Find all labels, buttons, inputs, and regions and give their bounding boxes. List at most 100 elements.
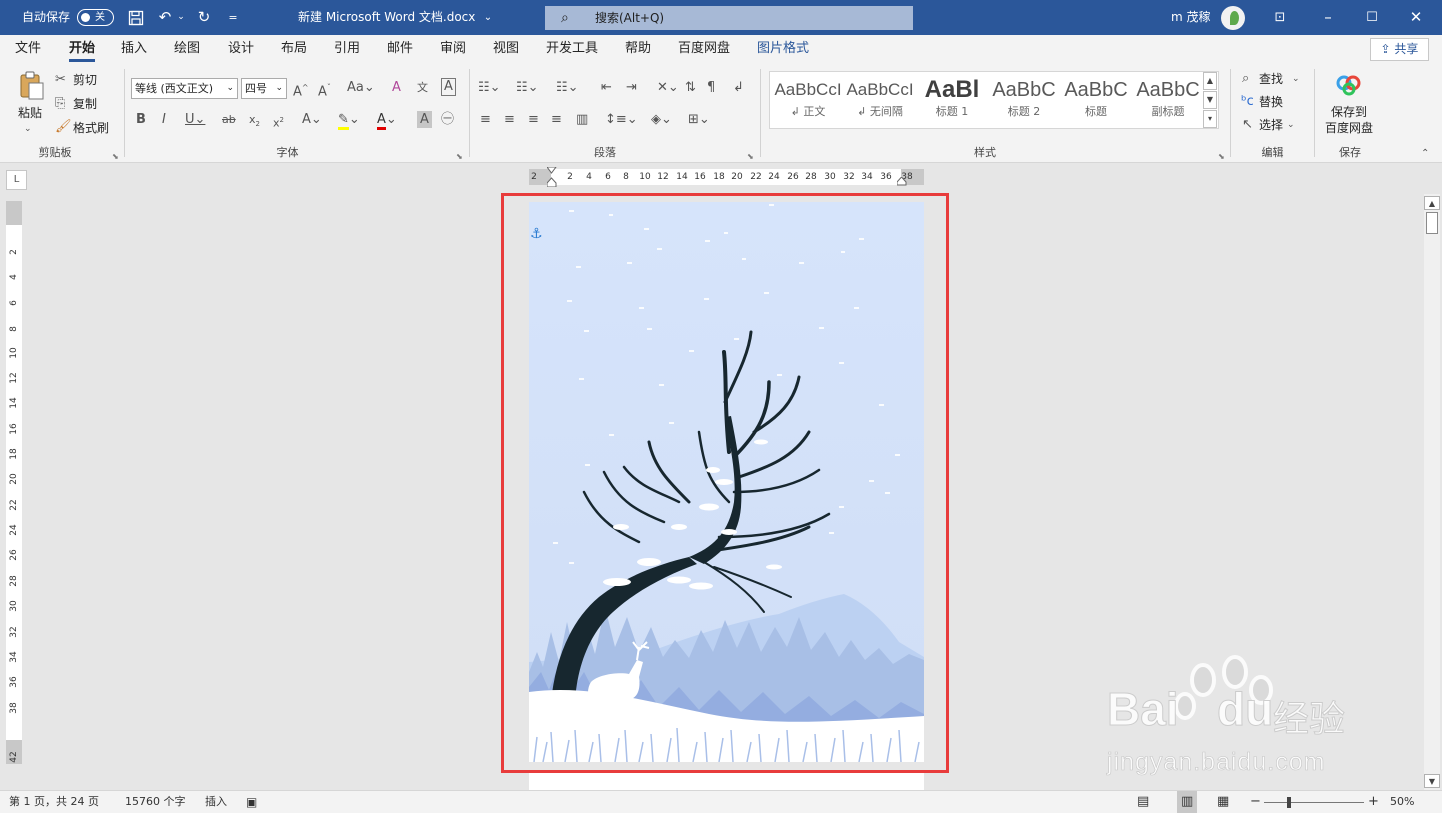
tab-developer[interactable]: 开发工具 <box>546 35 598 65</box>
clear-formatting-icon[interactable]: A <box>392 79 401 97</box>
tab-draw[interactable]: 绘图 <box>174 35 200 65</box>
line-spacing-icon[interactable]: ↕≡⌄ <box>605 111 638 129</box>
ribbon-display-icon[interactable]: ⊡ <box>1270 0 1290 35</box>
borders-icon[interactable]: ⊞⌄ <box>688 111 710 129</box>
decrease-indent-icon[interactable]: ⇤ <box>601 79 612 97</box>
undo-dropdown-icon[interactable]: ⌄ <box>176 0 186 35</box>
format-painter-icon[interactable]: 🖌 <box>55 118 72 136</box>
right-indent-icon[interactable] <box>897 177 907 186</box>
scroll-down-icon[interactable]: ▼ <box>1424 774 1440 788</box>
phonetic-guide-icon[interactable]: 文 <box>417 79 428 97</box>
distributed-icon[interactable]: ▥ <box>576 111 588 129</box>
align-center-icon[interactable]: ≡ <box>504 111 515 129</box>
tab-references[interactable]: 引用 <box>334 35 360 65</box>
styles-scroll-up-icon[interactable]: ▲ <box>1203 72 1217 90</box>
word-count[interactable]: 15760 个字 <box>125 791 186 813</box>
bold-icon[interactable]: B <box>136 111 146 129</box>
tab-home[interactable]: 开始 <box>69 35 96 65</box>
styles-more-icon[interactable]: ▾ <box>1203 110 1217 128</box>
zoom-level[interactable]: 50% <box>1390 791 1414 813</box>
justify-icon[interactable]: ≡ <box>551 111 562 129</box>
undo-icon[interactable]: ↶ <box>155 0 175 35</box>
numbering-icon[interactable]: ☷⌄ <box>516 79 539 97</box>
tab-mailings[interactable]: 邮件 <box>387 35 413 65</box>
zoom-slider-thumb[interactable] <box>1287 797 1291 808</box>
show-marks-icon[interactable]: ¶ <box>707 79 715 97</box>
zoom-slider[interactable] <box>1264 802 1364 803</box>
zoom-in-button[interactable]: + <box>1368 791 1379 813</box>
tab-insert[interactable]: 插入 <box>121 35 147 65</box>
format-painter-button[interactable]: 格式刷 <box>73 119 109 137</box>
strikethrough-icon[interactable]: ab <box>222 111 236 129</box>
align-left-icon[interactable]: ≡ <box>480 111 491 129</box>
web-layout-icon[interactable]: ▦ <box>1217 791 1229 813</box>
underline-icon[interactable]: U⌄ <box>185 111 205 129</box>
find-button[interactable]: 查找 <box>1259 70 1283 88</box>
macro-record-icon[interactable]: ▣ <box>246 791 257 813</box>
text-effects-icon[interactable]: A⌄ <box>302 111 322 129</box>
style-heading-2[interactable]: AaBbC 标题 2 <box>990 76 1058 126</box>
vertical-scrollbar[interactable]: ▲ ▼ <box>1424 194 1440 790</box>
italic-icon[interactable]: I <box>162 111 166 129</box>
close-icon[interactable]: ✕ <box>1406 0 1426 35</box>
select-icon[interactable]: ↖ <box>1242 116 1253 134</box>
cut-icon[interactable]: ✂ <box>55 71 66 89</box>
change-case-icon[interactable]: Aa⌄ <box>347 79 375 97</box>
paste-icon[interactable] <box>17 71 47 101</box>
copy-button[interactable]: 复制 <box>73 95 97 113</box>
font-name-select[interactable]: 等线 (西文正文) ⌄ <box>131 78 238 99</box>
zoom-out-button[interactable]: − <box>1250 791 1261 813</box>
shading-icon[interactable]: ◈⌄ <box>651 111 672 129</box>
tab-view[interactable]: 视图 <box>493 35 519 65</box>
autosave-toggle[interactable]: 关 <box>77 9 114 26</box>
scroll-thumb[interactable] <box>1426 212 1438 234</box>
clipboard-launcher-icon[interactable]: ⬊ <box>112 152 119 161</box>
chinese-layout-icon[interactable]: ✕⌄ <box>657 79 679 97</box>
find-icon[interactable]: ⌕ <box>1242 70 1249 88</box>
bullets-icon[interactable]: ☷⌄ <box>478 79 501 97</box>
select-button[interactable]: 选择 <box>1259 116 1283 134</box>
font-color-icon[interactable]: A⌄ <box>377 111 397 130</box>
page-count[interactable]: 第 1 页，共 24 页 <box>9 791 99 813</box>
indent-markers-icon[interactable] <box>547 167 557 187</box>
tab-layout[interactable]: 布局 <box>281 35 307 65</box>
collapse-ribbon-icon[interactable]: ⌃ <box>1421 145 1429 163</box>
tab-design[interactable]: 设计 <box>228 35 254 65</box>
sort-icon[interactable]: ⇅ <box>685 79 696 97</box>
increase-indent-icon[interactable]: ⇥ <box>626 79 637 97</box>
share-button[interactable]: ⇪ 共享 <box>1370 38 1429 61</box>
superscript-icon[interactable]: x2 <box>273 111 284 133</box>
grow-font-icon[interactable]: A^ <box>293 79 309 101</box>
next-page[interactable] <box>529 772 924 792</box>
insert-mode[interactable]: 插入 <box>205 791 227 813</box>
replace-button[interactable]: 替换 <box>1259 93 1283 111</box>
shrink-font-icon[interactable]: Aˇ <box>318 79 331 101</box>
style-subtitle[interactable]: AaBbC 副标题 <box>1134 76 1202 126</box>
avatar[interactable] <box>1221 6 1245 30</box>
tab-baidu-pan[interactable]: 百度网盘 <box>678 35 730 65</box>
styles-launcher-icon[interactable]: ⬊ <box>1218 152 1225 161</box>
maximize-icon[interactable]: ☐ <box>1362 0 1382 35</box>
paragraph-launcher-icon[interactable]: ⬊ <box>747 152 754 161</box>
style-title[interactable]: AaBbC 标题 <box>1062 76 1130 126</box>
save-to-line2[interactable]: 百度网盘 <box>1325 119 1373 137</box>
font-launcher-icon[interactable]: ⬊ <box>456 152 463 161</box>
tab-review[interactable]: 审阅 <box>440 35 466 65</box>
baidu-pan-icon[interactable] <box>1334 74 1364 98</box>
style-heading-1[interactable]: AaBl 标题 1 <box>918 76 986 126</box>
print-layout-icon[interactable]: ▥ <box>1177 791 1198 813</box>
highlight-color-icon[interactable]: ✎⌄ <box>338 111 360 130</box>
search-box[interactable]: ⌕ 搜索(Alt+Q) <box>545 6 913 30</box>
cut-button[interactable]: 剪切 <box>73 71 97 89</box>
style-no-spacing[interactable]: AaBbCcI ↲ 无间隔 <box>846 76 914 126</box>
character-shading-icon[interactable]: A <box>417 111 432 128</box>
redo-icon[interactable]: ↻ <box>194 0 214 35</box>
subscript-icon[interactable]: x2 <box>249 111 260 133</box>
tab-picture-format[interactable]: 图片格式 <box>757 35 809 65</box>
horizontal-ruler[interactable]: 2 2 4 6 8 10 12 14 16 18 20 22 24 26 28 … <box>529 167 924 187</box>
multilevel-list-icon[interactable]: ☷⌄ <box>556 79 579 97</box>
character-border-icon[interactable]: A <box>441 78 456 96</box>
style-normal[interactable]: AaBbCcI ↲ 正文 <box>774 76 842 126</box>
save-icon[interactable] <box>126 0 146 35</box>
customize-toolbar-icon[interactable]: = <box>226 0 240 35</box>
